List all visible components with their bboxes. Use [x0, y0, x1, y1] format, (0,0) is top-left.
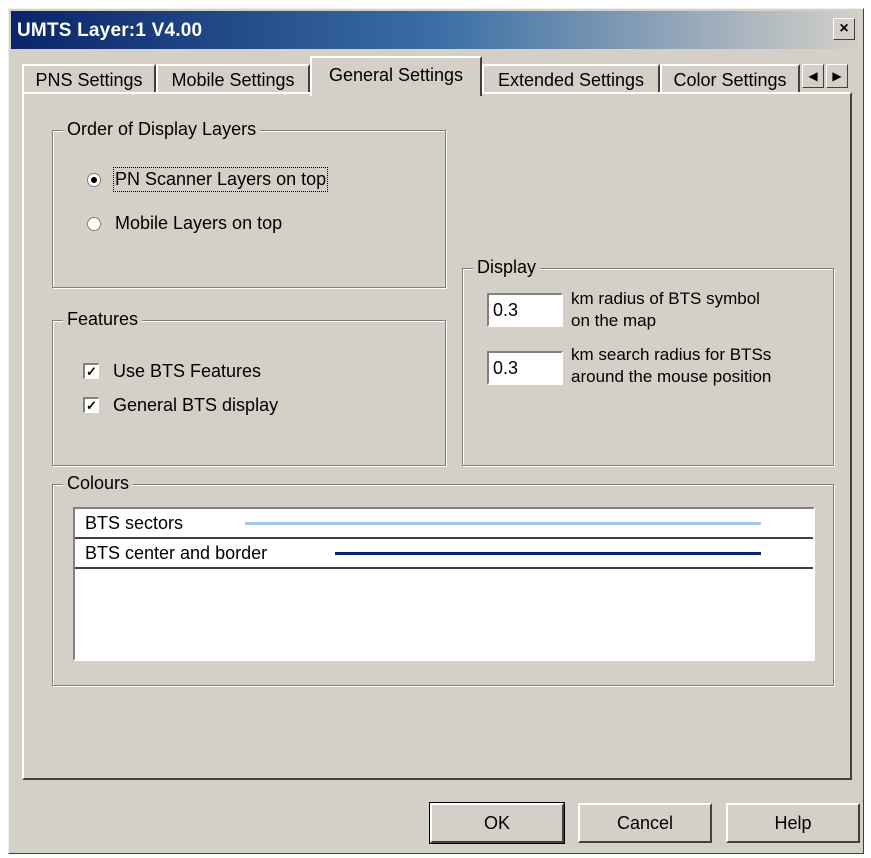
tab-color-settings[interactable]: Color Settings [660, 64, 800, 94]
radio-mobile-layers[interactable] [87, 217, 101, 231]
colour-list-item[interactable]: BTS center and border [75, 539, 813, 569]
tab-bar: PNS Settings Mobile Settings General Set… [22, 56, 852, 96]
tab-extended-settings[interactable]: Extended Settings [482, 64, 660, 94]
bts-center-border-label: BTS center and border [85, 543, 268, 563]
features-group-title: Features [63, 309, 143, 330]
mobile-layers-label[interactable]: Mobile Layers on top [115, 213, 282, 234]
arrow-left-icon: ◀ [808, 69, 818, 83]
radio-selected-dot [91, 177, 97, 183]
bts-sectors-label: BTS sectors [85, 513, 184, 533]
general-bts-display-label[interactable]: General BTS display [113, 395, 278, 416]
tab-scroll-right-button[interactable]: ▶ [826, 64, 848, 88]
bts-search-radius-desc-line1: km search radius for BTSs [571, 345, 772, 364]
cancel-button[interactable]: Cancel [578, 803, 712, 843]
general-settings-panel: Order of Display Layers PN Scanner Layer… [22, 92, 852, 780]
order-group-title: Order of Display Layers [63, 119, 261, 140]
close-icon: × [839, 20, 849, 37]
bts-symbol-radius-desc-line2: on the map [571, 311, 657, 330]
pn-scanner-layers-label[interactable]: PN Scanner Layers on top [112, 167, 329, 192]
colours-group: Colours BTS sectors BTS center and borde… [52, 473, 834, 686]
general-bts-display-checkbox[interactable]: ✓ [83, 397, 99, 413]
tab-scroll-left-button[interactable]: ◀ [802, 64, 824, 88]
radio-pn-scanner-layers[interactable] [87, 173, 101, 187]
order-of-display-layers-group: Order of Display Layers PN Scanner Layer… [52, 119, 446, 288]
close-button[interactable]: × [833, 18, 855, 40]
tab-general-settings[interactable]: General Settings [310, 56, 482, 96]
features-group: Features ✓ Use BTS Features ✓ General BT… [52, 309, 446, 466]
bts-symbol-radius-input[interactable] [487, 293, 563, 327]
colours-list[interactable]: BTS sectors BTS center and border [73, 507, 815, 661]
title-bar[interactable]: UMTS Layer:1 V4.00 × [11, 11, 861, 49]
help-button[interactable]: Help [726, 803, 860, 843]
bts-symbol-radius-desc-line1: km radius of BTS symbol [571, 289, 760, 308]
bts-sectors-color-line [245, 522, 761, 525]
tab-pns-settings[interactable]: PNS Settings [22, 64, 156, 94]
colours-group-title: Colours [63, 473, 134, 494]
arrow-right-icon: ▶ [832, 69, 842, 83]
colour-list-item[interactable]: BTS sectors [75, 509, 813, 539]
bts-search-radius-desc-line2: around the mouse position [571, 367, 772, 386]
bts-center-border-color-line [335, 552, 761, 555]
use-bts-features-checkbox[interactable]: ✓ [83, 363, 99, 379]
display-group: Display km radius of BTS symbol on the m… [462, 257, 834, 466]
display-group-title: Display [473, 257, 541, 278]
use-bts-features-label[interactable]: Use BTS Features [113, 361, 261, 382]
tab-mobile-settings[interactable]: Mobile Settings [156, 64, 310, 94]
ok-button[interactable]: OK [429, 802, 565, 844]
bts-search-radius-input[interactable] [487, 351, 563, 385]
window-title: UMTS Layer:1 V4.00 [17, 20, 203, 41]
